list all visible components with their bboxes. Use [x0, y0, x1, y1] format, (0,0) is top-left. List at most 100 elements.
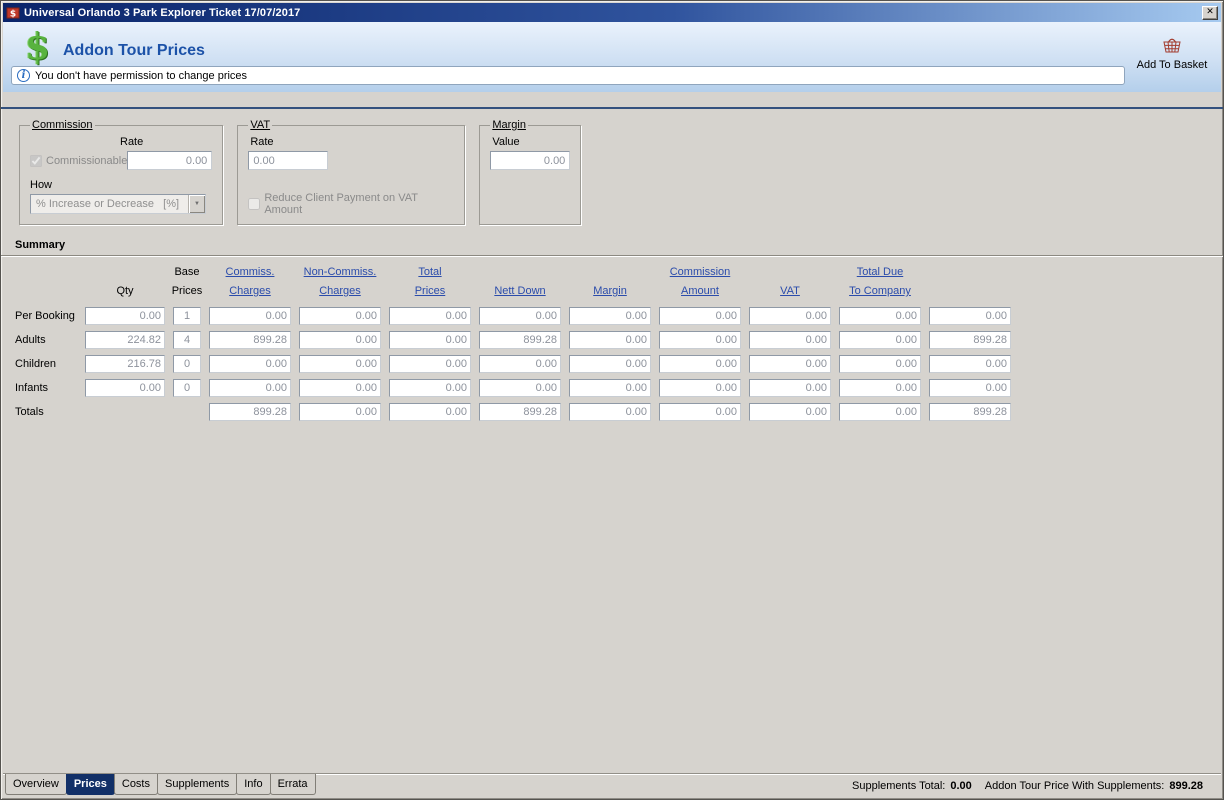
adults-vat-input[interactable]: [839, 331, 921, 349]
window-icon: $: [6, 6, 20, 20]
settings-groups: Commission Rate Commissionable How % Inc…: [19, 119, 1223, 225]
commission-rate-label: Rate: [120, 136, 144, 148]
per-booking-noncommiss-input[interactable]: [389, 307, 471, 325]
row-label-totals: Totals: [15, 406, 44, 418]
infants-qty-input[interactable]: [173, 379, 201, 397]
summary-row-per-booking: Per Booking: [15, 304, 1213, 328]
children-total-input[interactable]: [479, 355, 561, 373]
row-label-adults: Adults: [15, 334, 46, 346]
totals-nettdown-input[interactable]: [569, 403, 651, 421]
infants-base-input[interactable]: [209, 379, 291, 397]
commissionable-checkbox[interactable]: [30, 154, 42, 167]
title-bar: $ Universal Orlando 3 Park Explorer Tick…: [3, 3, 1221, 22]
reduce-client-payment-checkbox[interactable]: [248, 198, 261, 210]
commission-legend: Commission: [32, 119, 93, 131]
col-qty-header: Qty: [116, 285, 134, 297]
children-vat-input[interactable]: [839, 355, 921, 373]
per-booking-base-input[interactable]: [209, 307, 291, 325]
summary-title: Summary: [15, 239, 66, 251]
tab-info[interactable]: Info: [236, 774, 271, 795]
adults-unit-price-input[interactable]: [85, 331, 165, 349]
supplements-total-value: 0.00: [950, 779, 972, 792]
page-header: $ Addon Tour Prices Add To Basket i You …: [3, 22, 1221, 92]
adults-total-due-input[interactable]: [929, 331, 1011, 349]
children-nettdown-input[interactable]: [569, 355, 651, 373]
children-margin-input[interactable]: [659, 355, 741, 373]
commissionable-checkbox-label: Commissionable: [30, 154, 127, 167]
per-booking-unit-price-input[interactable]: [85, 307, 165, 325]
adults-noncommiss-input[interactable]: [389, 331, 471, 349]
vat-legend: VAT: [250, 119, 271, 131]
infants-vat-input[interactable]: [839, 379, 921, 397]
adults-commiss-input[interactable]: [299, 331, 381, 349]
col-non-commiss-charges-link[interactable]: Non-Commiss. Charges: [299, 267, 381, 297]
tab-errata[interactable]: Errata: [269, 774, 316, 795]
vat-group: VAT Rate Reduce Client Payment on VAT Am…: [237, 119, 466, 225]
tab-prices[interactable]: Prices: [65, 774, 115, 795]
infants-total-due-input[interactable]: [929, 379, 1011, 397]
commission-how-dropdown[interactable]: % Increase or Decrease [%] ▼: [30, 194, 206, 214]
children-total-due-input[interactable]: [929, 355, 1011, 373]
totals-noncommiss-input[interactable]: [389, 403, 471, 421]
totals-commiss-input[interactable]: [299, 403, 381, 421]
per-booking-qty-input[interactable]: [173, 307, 201, 325]
per-booking-total-due-input[interactable]: [929, 307, 1011, 325]
totals-total-due-input[interactable]: [929, 403, 1011, 421]
col-margin-link[interactable]: Margin: [569, 267, 651, 297]
infants-total-input[interactable]: [479, 379, 561, 397]
totals-total-input[interactable]: [479, 403, 561, 421]
summary-row-totals: Totals: [15, 400, 1213, 424]
children-commiss-input[interactable]: [299, 355, 381, 373]
adults-nettdown-input[interactable]: [569, 331, 651, 349]
per-booking-total-input[interactable]: [479, 307, 561, 325]
per-booking-commiss-input[interactable]: [299, 307, 381, 325]
infants-commission-amount-input[interactable]: [749, 379, 831, 397]
per-booking-margin-input[interactable]: [659, 307, 741, 325]
children-qty-input[interactable]: [173, 355, 201, 373]
commission-rate-input[interactable]: [127, 151, 213, 170]
per-booking-vat-input[interactable]: [839, 307, 921, 325]
totals-margin-input[interactable]: [659, 403, 741, 421]
tab-supplements[interactable]: Supplements: [157, 774, 238, 795]
col-commiss-charges-link[interactable]: Commiss. Charges: [209, 267, 291, 297]
children-noncommiss-input[interactable]: [389, 355, 471, 373]
vat-rate-input[interactable]: [248, 151, 329, 170]
commission-group: Commission Rate Commissionable How % Inc…: [19, 119, 224, 225]
children-base-input[interactable]: [209, 355, 291, 373]
adults-base-input[interactable]: [209, 331, 291, 349]
totals-vat-input[interactable]: [839, 403, 921, 421]
tab-overview[interactable]: Overview: [5, 774, 67, 795]
per-booking-commission-amount-input[interactable]: [749, 307, 831, 325]
adults-total-input[interactable]: [479, 331, 561, 349]
totals-commission-amount-input[interactable]: [749, 403, 831, 421]
infants-noncommiss-input[interactable]: [389, 379, 471, 397]
empty-content-area: [1, 424, 1223, 773]
col-total-prices-link[interactable]: Total Prices: [389, 267, 471, 297]
children-unit-price-input[interactable]: [85, 355, 165, 373]
col-total-due-link[interactable]: Total Due To Company: [839, 267, 921, 297]
infants-margin-input[interactable]: [659, 379, 741, 397]
infants-commiss-input[interactable]: [299, 379, 381, 397]
close-button[interactable]: ✕: [1202, 5, 1218, 20]
vat-rate-label: Rate: [250, 136, 274, 148]
add-to-basket-button[interactable]: Add To Basket: [1133, 36, 1211, 71]
chevron-down-icon[interactable]: ▼: [188, 195, 205, 213]
col-commission-amount-link[interactable]: Commission Amount: [659, 267, 741, 297]
svg-text:$: $: [10, 9, 16, 19]
tab-costs[interactable]: Costs: [113, 774, 158, 795]
adults-qty-input[interactable]: [173, 331, 201, 349]
infants-unit-price-input[interactable]: [85, 379, 165, 397]
col-nett-down-link[interactable]: Nett Down: [479, 267, 561, 297]
adults-commission-amount-input[interactable]: [749, 331, 831, 349]
totals-base-input[interactable]: [209, 403, 291, 421]
col-vat-link[interactable]: VAT: [749, 267, 831, 297]
summary-row-adults: Adults: [15, 328, 1213, 352]
summary-divider: [1, 255, 1223, 257]
per-booking-nettdown-input[interactable]: [569, 307, 651, 325]
app-window: $ Universal Orlando 3 Park Explorer Tick…: [0, 0, 1224, 800]
infants-nettdown-input[interactable]: [569, 379, 651, 397]
children-commission-amount-input[interactable]: [749, 355, 831, 373]
margin-value-input[interactable]: [490, 151, 571, 170]
bottom-tabs: Overview Prices Costs Supplements Info E…: [3, 774, 316, 797]
adults-margin-input[interactable]: [659, 331, 741, 349]
